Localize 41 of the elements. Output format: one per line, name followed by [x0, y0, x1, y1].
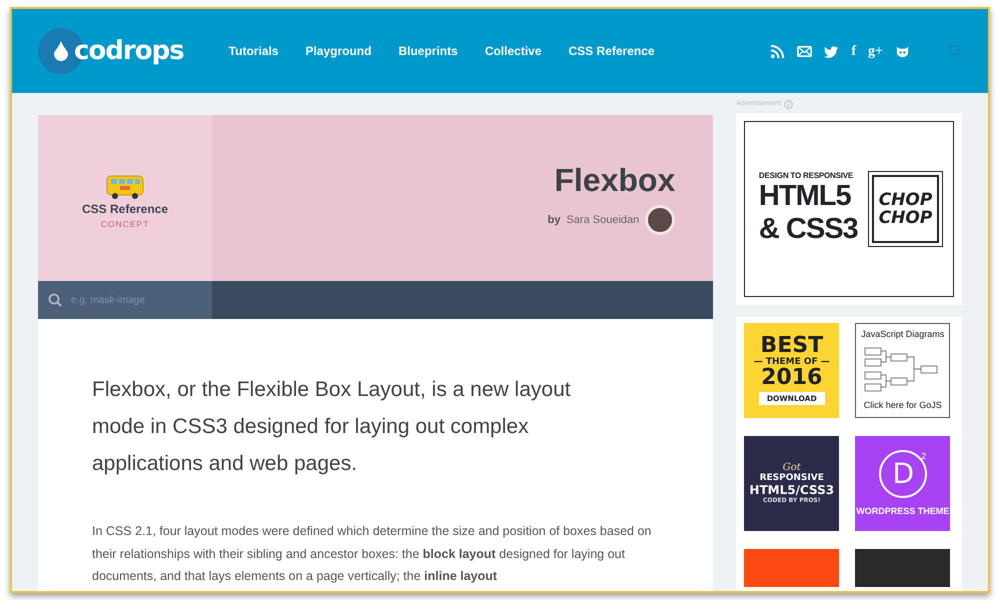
- social-link[interactable]: f: [851, 40, 856, 62]
- byline-prefix: by: [548, 212, 560, 228]
- logo-text[interactable]: codrops: [74, 32, 184, 70]
- ad-text: RESPONSIVE: [760, 473, 824, 483]
- ad-text: & CSS3: [758, 213, 858, 246]
- mail-icon[interactable]: [797, 44, 812, 58]
- section-title: CSS Reference: [82, 200, 168, 218]
- bus-icon: [106, 174, 144, 200]
- bird-icon[interactable]: [824, 44, 840, 58]
- ad-text: BEST: [760, 335, 824, 357]
- advertisement-tile[interactable]: JavaScript Diagrams Click here for GoJS: [855, 322, 950, 418]
- nav-link[interactable]: Collective: [484, 42, 542, 60]
- drop-icon: [54, 41, 68, 61]
- ad-text: CHOP: [878, 190, 932, 208]
- avatar: [645, 205, 676, 236]
- paragraph: In CSS 2.1, four layout modes were defined which determine the size and position of boxes based on their relationships with their sibling and ancestor boxes: the block layout designed for laying out documents, and that lays elements on a page vertically; the inline layout: [92, 523, 652, 585]
- ad-text: 2: [921, 450, 926, 463]
- ad-text: CHOP: [878, 208, 932, 226]
- ad-text: — THEME OF —: [754, 357, 830, 367]
- category-label: CONCEPT: [100, 218, 150, 230]
- ad-text: HTML5: [758, 180, 852, 213]
- ad-text: Click here for GoJS: [864, 399, 942, 412]
- advertisement-banner[interactable]: DESIGN TO RESPONSIVE HTML5 & CSS3 CHOP CHOP: [744, 120, 954, 296]
- ad-text: DESIGN TO RESPONSIVE: [758, 171, 854, 180]
- nav-link[interactable]: Blueprints: [398, 42, 458, 60]
- nav-link[interactable]: Playground: [305, 42, 372, 60]
- ad-text: Got: [782, 462, 801, 473]
- search-icon: [48, 293, 62, 307]
- ad-text: JavaScript Diagrams: [861, 328, 944, 341]
- nav-link[interactable]: CSS Reference: [568, 42, 655, 60]
- social-link[interactable]: g+: [868, 40, 883, 62]
- ad-text: HTML5/CSS3: [749, 483, 834, 497]
- lead-paragraph: Flexbox, or the Flexible Box Layout, is a new layout mode in CSS3 designed for laying out complex applications and web pages.: [92, 377, 572, 477]
- nav-link[interactable]: Tutorials: [228, 42, 278, 60]
- info-icon[interactable]: [784, 100, 793, 109]
- ad-text: 2016: [761, 367, 822, 389]
- author-link[interactable]: Sara Soueidan: [566, 212, 640, 228]
- rss-icon[interactable]: [770, 44, 786, 58]
- advertisement-tile[interactable]: D 2 WORDPRESS THEME: [855, 436, 950, 530]
- page-title: Flexbox: [554, 160, 676, 200]
- ad-text: WORDPRESS THEME: [856, 506, 950, 516]
